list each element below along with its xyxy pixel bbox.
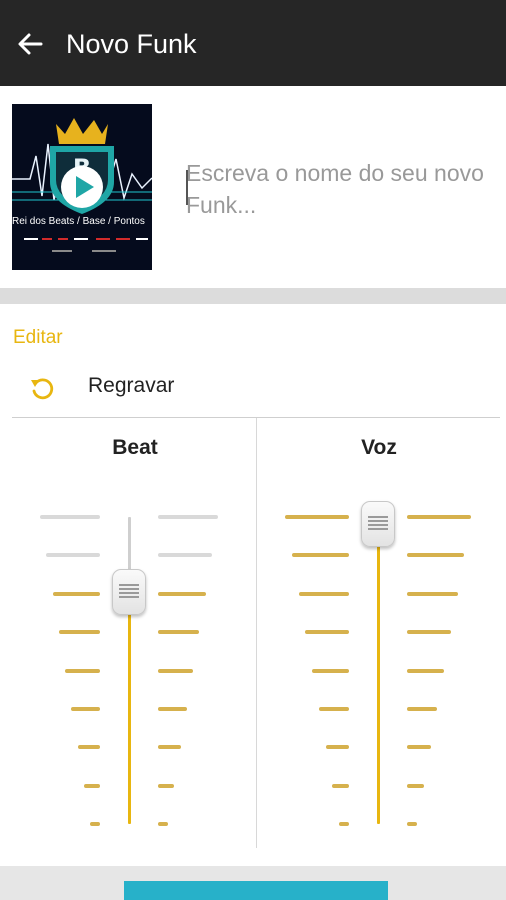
beat-tick xyxy=(65,668,100,673)
undo-icon xyxy=(31,378,54,400)
voice-tick xyxy=(407,668,444,673)
text-cursor xyxy=(186,170,188,205)
beat-tick xyxy=(158,783,175,788)
voice-knob-grip xyxy=(368,528,388,530)
voice-tick xyxy=(291,553,349,558)
beat-tick xyxy=(90,822,100,826)
voice-tick xyxy=(407,706,438,711)
app-bar: Novo Funk xyxy=(0,0,506,86)
voice-tick xyxy=(325,745,349,750)
beat-tick xyxy=(71,706,100,711)
voice-knob[interactable] xyxy=(361,501,395,547)
cover-thumbnail[interactable]: B Rei dos Beats / Base / Pontos xyxy=(12,104,152,270)
voice-tick xyxy=(407,822,417,826)
beat-knob-grip xyxy=(119,583,139,586)
voice-tick xyxy=(407,630,451,635)
voice-knob-grip xyxy=(368,524,388,526)
beat-track-active xyxy=(128,584,131,824)
save-button[interactable] xyxy=(124,881,388,900)
voice-tick xyxy=(305,630,349,635)
beat-tick xyxy=(158,822,168,826)
beat-volume-slider[interactable] xyxy=(6,418,250,848)
beat-tick xyxy=(158,706,187,711)
beat-tick xyxy=(158,553,212,558)
beat-tick xyxy=(158,668,193,673)
cover-art-image: B xyxy=(12,104,152,270)
voice-knob-grip xyxy=(368,516,388,518)
page-title: Novo Funk xyxy=(66,29,197,59)
voice-track-active xyxy=(377,517,380,824)
voice-tick xyxy=(407,745,431,750)
funk-name-input[interactable] xyxy=(186,157,486,227)
beat-knob[interactable] xyxy=(112,568,146,615)
beat-tick xyxy=(158,630,200,635)
beat-tick xyxy=(158,515,218,519)
section-label-edit: Editar xyxy=(13,327,63,348)
cover-caption: Rei dos Beats / Base / Pontos xyxy=(12,216,145,227)
voice-tick xyxy=(407,515,471,519)
edit-card: Editar Regravar Beat Voz xyxy=(0,304,506,866)
beat-tick xyxy=(158,591,206,596)
beat-tick xyxy=(158,745,181,750)
voice-tick xyxy=(407,591,458,596)
beat-tick xyxy=(77,745,100,750)
beat-tick xyxy=(58,630,100,635)
beat-tick xyxy=(46,553,100,558)
voice-tick xyxy=(312,668,349,673)
voice-tick xyxy=(285,515,349,519)
back-arrow-icon[interactable] xyxy=(14,28,46,60)
voice-tick xyxy=(298,591,349,596)
rerecord-button[interactable]: Regravar xyxy=(0,362,506,416)
voice-tick xyxy=(407,553,465,558)
voice-tick xyxy=(339,822,349,826)
rerecord-label: Regravar xyxy=(88,374,175,397)
beat-knob-grip xyxy=(119,595,139,598)
voice-volume-slider[interactable] xyxy=(257,418,501,848)
voice-tick xyxy=(332,783,349,788)
funk-info-card: B Rei dos Beats / Base / Pontos xyxy=(0,86,506,288)
beat-knob-grip xyxy=(119,587,139,590)
beat-tick xyxy=(40,515,100,519)
beat-knob-grip xyxy=(119,591,139,594)
voice-knob-grip xyxy=(368,520,388,522)
voice-tick xyxy=(407,783,424,788)
beat-tick xyxy=(52,591,100,596)
voice-tick xyxy=(318,706,349,711)
section-divider xyxy=(0,288,506,304)
beat-tick xyxy=(83,783,100,788)
